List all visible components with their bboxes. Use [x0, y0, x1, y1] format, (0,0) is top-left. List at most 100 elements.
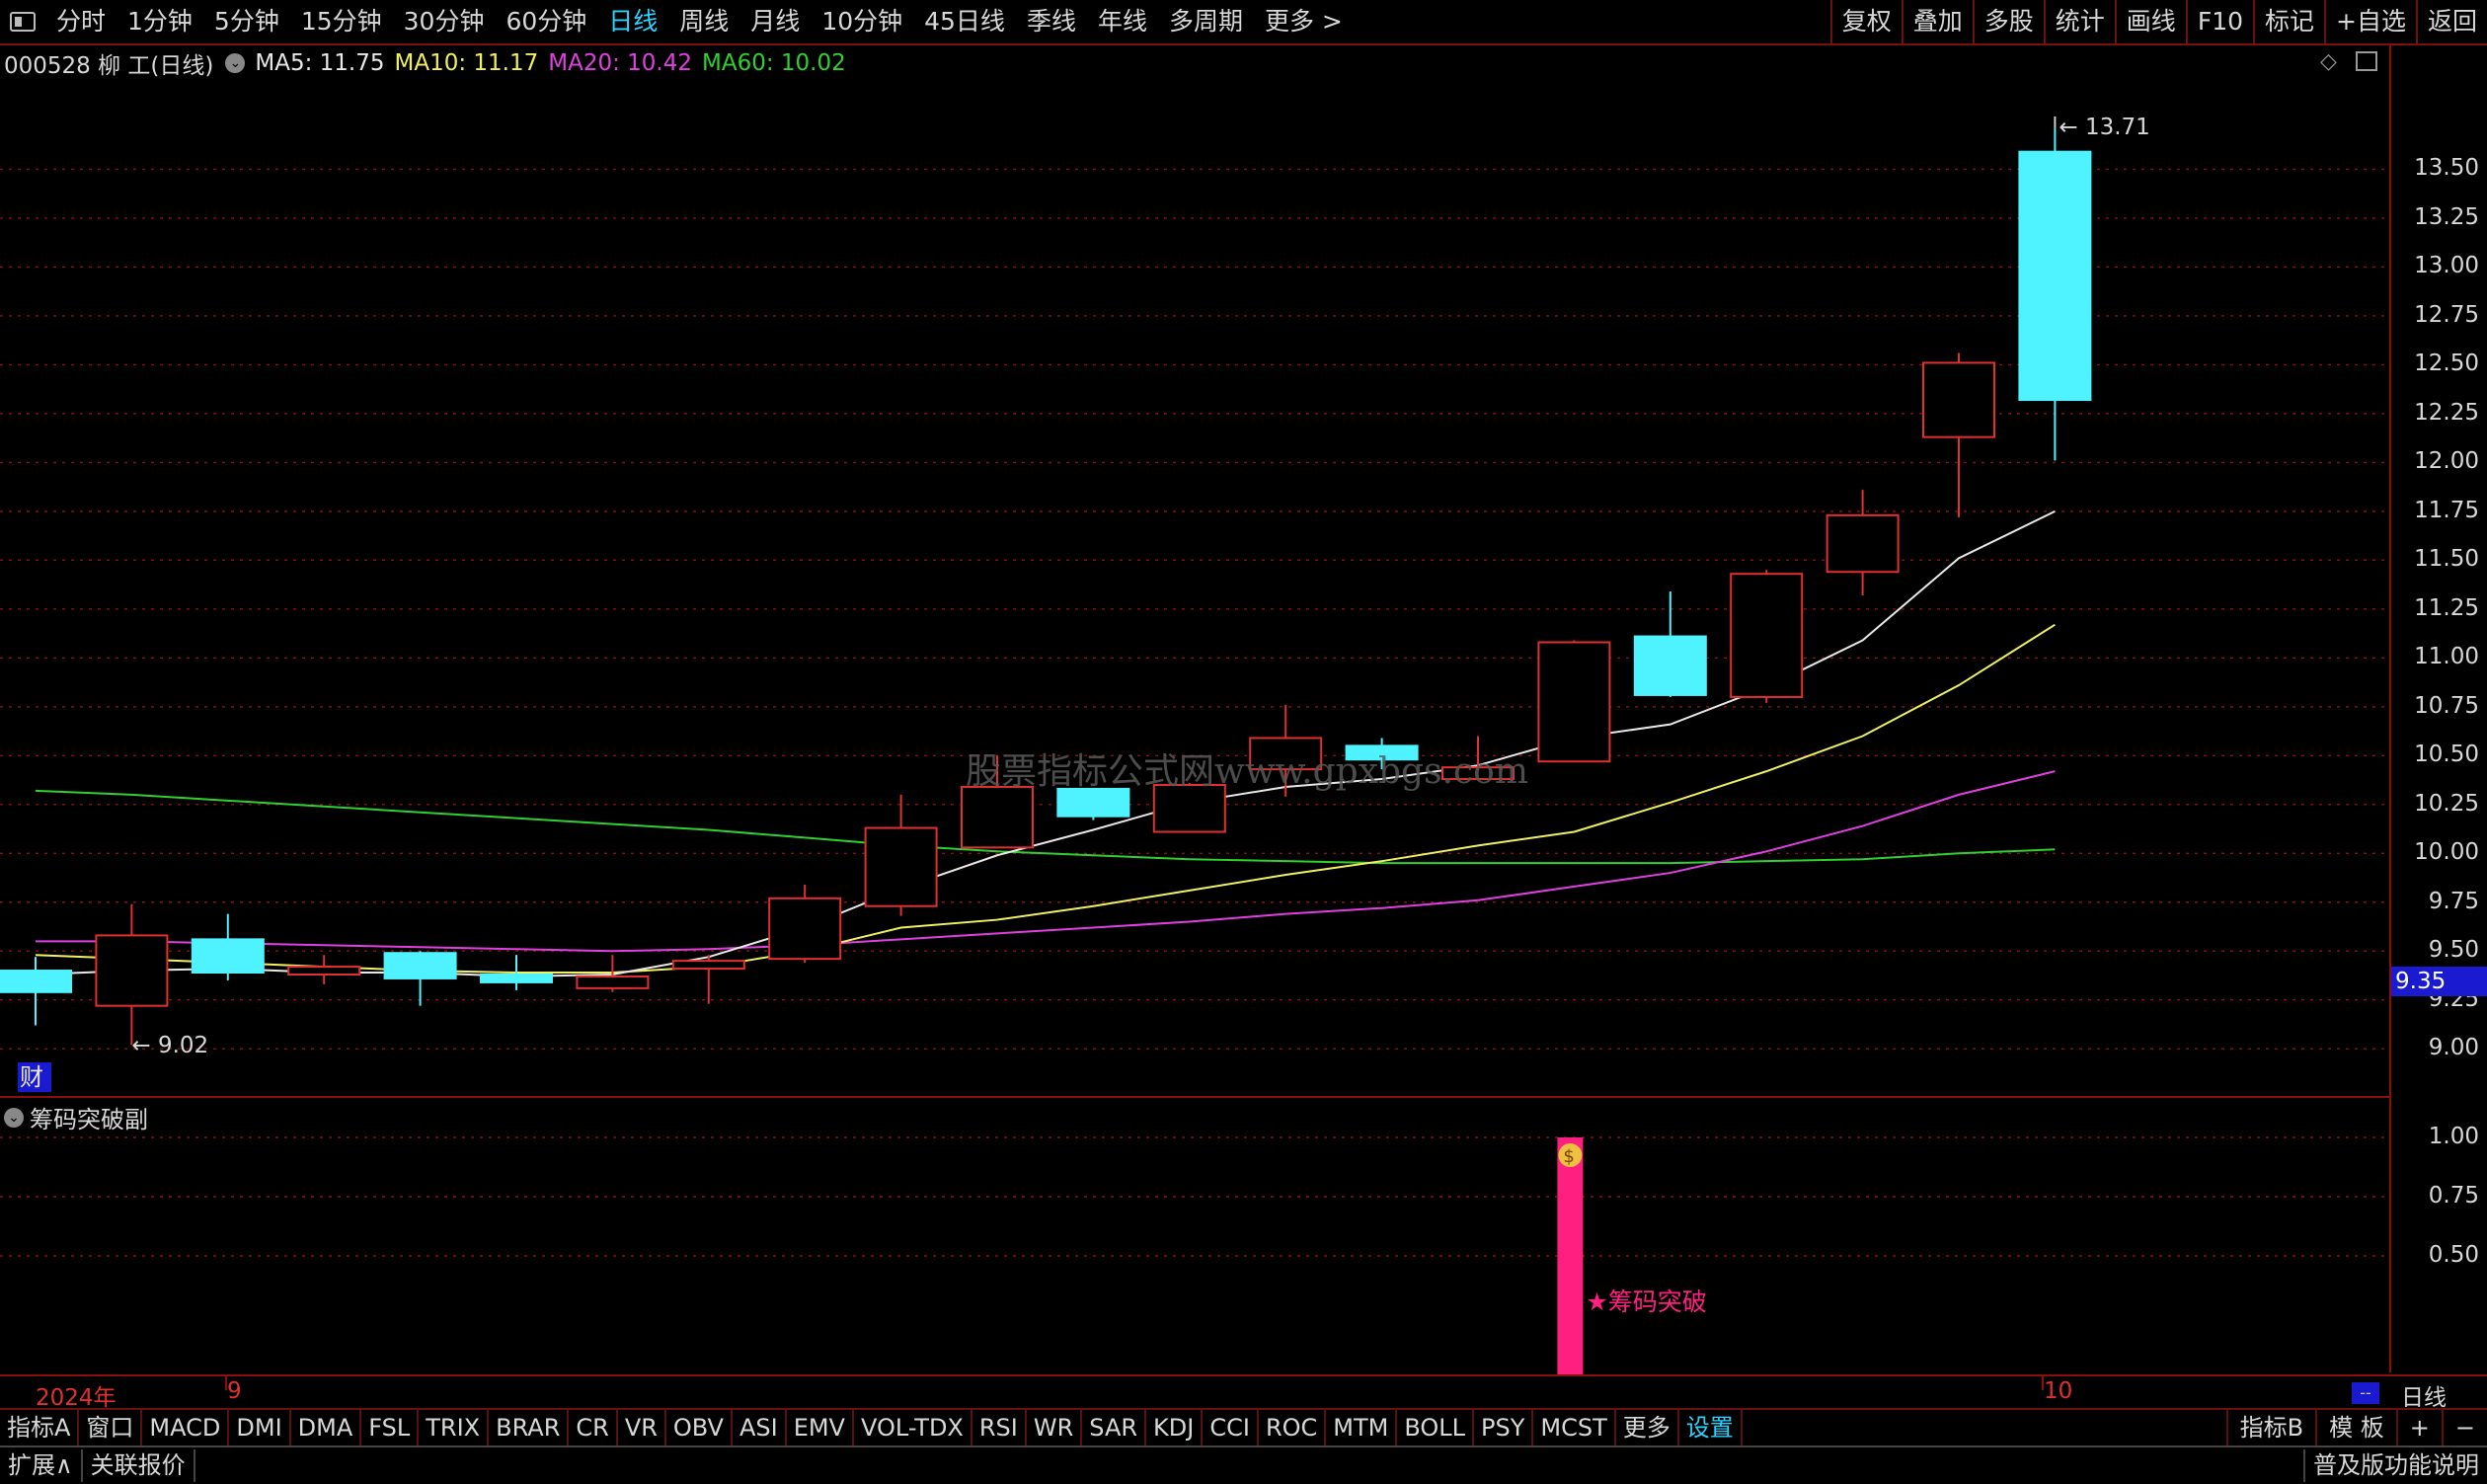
price-axis: 13.50 13.25 13.00 12.75 12.50 12.25 12.00 11.75… [2389, 43, 2487, 1372]
period-tab-0[interactable]: 分时 [45, 0, 117, 43]
candle-9 [864, 794, 938, 916]
indicator-tab-13[interactable]: VOL-TDX [854, 1410, 972, 1447]
candle-17 [1633, 591, 1707, 697]
indicator-tab-25[interactable]: 设置 [1679, 1410, 1743, 1447]
candle-20 [1922, 352, 1995, 517]
indicator-tab-1[interactable]: 窗口 [79, 1410, 143, 1447]
price-tick-label: 12.75 [2414, 301, 2479, 328]
diamond-icon[interactable]: ◇ [2320, 49, 2337, 74]
toolbar-button-7[interactable]: +自选 [2324, 0, 2416, 43]
indicator-tab-15[interactable]: WR [1027, 1410, 1083, 1447]
toolbar-button-2[interactable]: 多股 [1972, 0, 2044, 43]
candle-body [191, 938, 265, 975]
period-tab-4[interactable]: 30分钟 [393, 0, 496, 43]
price-axis-tick [2391, 43, 2405, 45]
price-tick-label: 11.50 [2414, 546, 2479, 573]
period-tab-14[interactable]: 更多 > [1254, 0, 1354, 43]
indicator-tab-17[interactable]: KDJ [1146, 1410, 1204, 1447]
indicator-tab-4[interactable]: DMA [291, 1410, 362, 1447]
toolbar-button-3[interactable]: 统计 [2043, 0, 2115, 43]
period-tab-5[interactable]: 60分钟 [495, 0, 597, 43]
candle-1 [95, 903, 169, 1046]
period-tab-10[interactable]: 45日线 [913, 0, 1016, 43]
sub-tick-label: 0.75 [2428, 1183, 2479, 1209]
ma20-value: MA20: 10.42 [548, 50, 692, 76]
candle-body [95, 934, 169, 1007]
expand-button[interactable]: 扩展∧ [0, 1449, 83, 1482]
candlestick-chart[interactable]: ← 13.71 ← 9.02 财 [0, 81, 2389, 1098]
candle-0 [0, 957, 72, 1026]
ma60-line [35, 789, 2056, 865]
panel-toggle-icon[interactable] [2356, 51, 2377, 71]
candle-body [961, 785, 1034, 849]
price-tick-label: 12.50 [2414, 351, 2479, 377]
price-tick-label: 12.00 [2414, 448, 2479, 475]
scroll-indicator[interactable]: -- [2352, 1382, 2379, 1404]
period-tab-6[interactable]: 日线 [597, 0, 668, 43]
indicator-tab-23[interactable]: MCST [1533, 1410, 1616, 1447]
period-tab-3[interactable]: 15分钟 [290, 0, 393, 43]
period-tab-7[interactable]: 周线 [668, 0, 739, 43]
indicator-tab-0[interactable]: 指标A [0, 1410, 80, 1447]
toolbar-button-6[interactable]: 标记 [2253, 0, 2324, 43]
indicator-tab-18[interactable]: CCI [1203, 1410, 1259, 1447]
candle-body [1922, 361, 1995, 438]
indicator-tab-19[interactable]: ROC [1259, 1410, 1327, 1447]
indicator-right-button-1[interactable]: 模 板 [2315, 1410, 2396, 1445]
indicator-tab-20[interactable]: MTM [1326, 1410, 1398, 1447]
price-tick-label: 13.25 [2414, 203, 2479, 230]
period-tab-1[interactable]: 1分钟 [117, 0, 203, 43]
indicator-right-button-0[interactable]: 指标B [2225, 1410, 2315, 1445]
indicator-tab-5[interactable]: FSL [361, 1410, 420, 1447]
period-tab-12[interactable]: 年线 [1087, 0, 1158, 43]
window-toggle-icon[interactable] [10, 12, 36, 32]
date-year: 2024年 [36, 1385, 117, 1411]
candle-body [576, 975, 650, 989]
edition-info-link[interactable]: 普及版功能说明 [2303, 1449, 2487, 1482]
period-tab-11[interactable]: 季线 [1016, 0, 1087, 43]
indicator-right-button-3[interactable]: − [2441, 1410, 2487, 1445]
toolbar-button-8[interactable]: 返回 [2415, 0, 2487, 43]
indicator-tab-14[interactable]: RSI [972, 1410, 1027, 1447]
indicator-tab-12[interactable]: EMV [787, 1410, 854, 1447]
indicator-tab-24[interactable]: 更多 [1616, 1410, 1679, 1447]
indicator-tab-6[interactable]: TRIX [419, 1410, 490, 1447]
candle-body [864, 826, 938, 907]
indicator-tab-11[interactable]: ASI [733, 1410, 787, 1447]
indicator-tab-21[interactable]: BOLL [1397, 1410, 1475, 1447]
finance-badge[interactable]: 财 [20, 1063, 43, 1091]
indicator-tab-7[interactable]: BRAR [489, 1410, 570, 1447]
ma10-value: MA10: 11.17 [394, 50, 539, 76]
indicator-tab-9[interactable]: VR [618, 1410, 666, 1447]
linked-quote-button[interactable]: 关联报价 [83, 1449, 195, 1482]
candle-8 [768, 884, 842, 964]
indicator-tab-3[interactable]: DMI [229, 1410, 291, 1447]
period-tab-8[interactable]: 月线 [739, 0, 811, 43]
candle-body [768, 897, 842, 961]
money-bag-glyph: $ [1563, 1146, 1574, 1167]
indicator-right-button-2[interactable]: + [2395, 1410, 2442, 1445]
toolbar-button-1[interactable]: 叠加 [1901, 0, 1973, 43]
candle-body [0, 970, 72, 993]
indicator-tab-8[interactable]: CR [569, 1410, 618, 1447]
candle-body [480, 973, 553, 983]
price-tick-label: 10.00 [2414, 839, 2479, 866]
candle-16 [1537, 640, 1611, 763]
price-tick-label: 9.75 [2428, 888, 2479, 914]
toolbar-button-5[interactable]: F10 [2185, 0, 2253, 43]
indicator-tab-10[interactable]: OBV [666, 1410, 733, 1447]
price-tick-label: 13.50 [2414, 155, 2479, 182]
toolbar-button-0[interactable]: 复权 [1829, 0, 1902, 43]
period-tab-13[interactable]: 多周期 [1158, 0, 1254, 43]
candle-21 [2018, 127, 2092, 461]
price-tick-label: 11.00 [2414, 644, 2479, 670]
date-month-9: 9 [227, 1378, 242, 1404]
indicator-tab-16[interactable]: SAR [1082, 1410, 1147, 1447]
indicator-tab-22[interactable]: PSY [1474, 1410, 1534, 1447]
chevron-down-icon[interactable]: ⌄ [225, 53, 246, 73]
toolbar-button-4[interactable]: 画线 [2114, 0, 2186, 43]
chip-breakout-subchart[interactable]: $ ★筹码突破 [0, 1098, 2389, 1374]
period-tab-9[interactable]: 10分钟 [811, 0, 913, 43]
indicator-tab-2[interactable]: MACD [142, 1410, 230, 1447]
period-tab-2[interactable]: 5分钟 [203, 0, 290, 43]
